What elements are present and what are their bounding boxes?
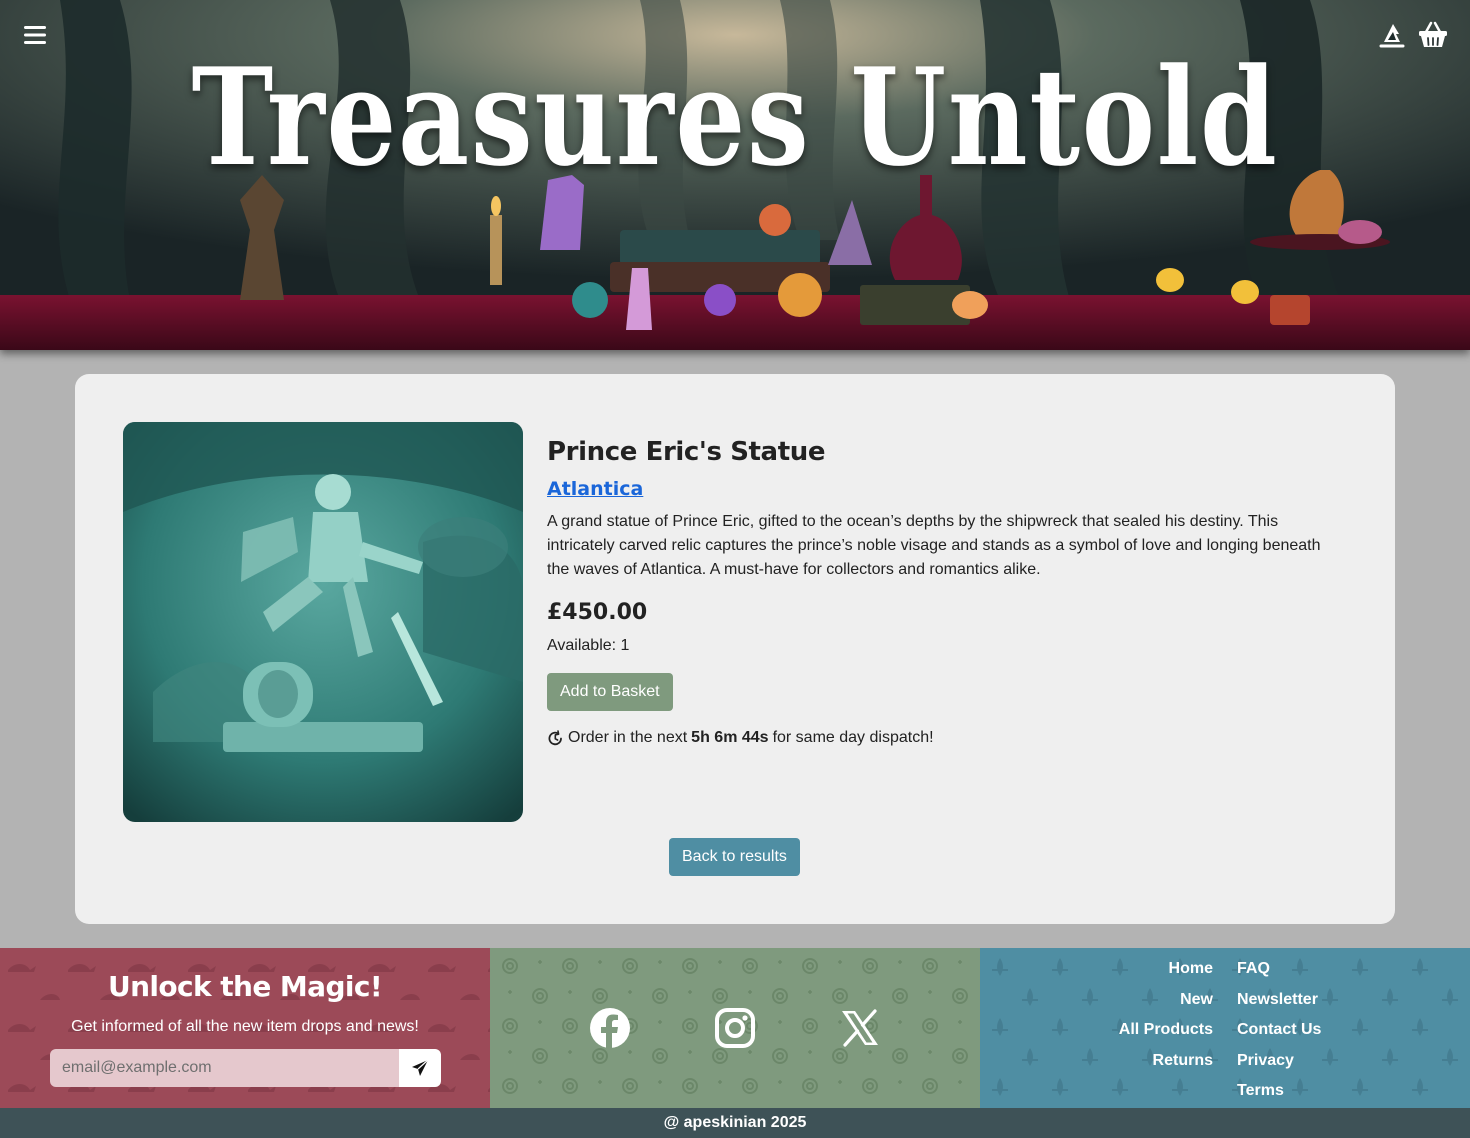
product-price: £450.00 <box>547 600 648 625</box>
dispatch-time: 5h 6m 44s <box>691 729 769 746</box>
footer-links-left: Home New All Products Returns <box>980 954 1213 1076</box>
newsletter-title: Unlock the Magic! <box>107 970 383 1003</box>
product-description: A grand statue of Prince Eric, gifted to… <box>547 513 1321 578</box>
footer-link-newsletter[interactable]: Newsletter <box>1237 985 1437 1016</box>
footer-link-contact-us[interactable]: Contact Us <box>1237 1015 1437 1046</box>
instagram-icon[interactable] <box>714 1007 756 1049</box>
footer-links-section: Home New All Products Returns FAQ Newsle… <box>980 948 1470 1108</box>
product-title: Prince Eric's Statue <box>547 437 826 467</box>
footer-link-returns[interactable]: Returns <box>980 1046 1213 1077</box>
product-details: Prince Eric's Statue Atlantica A grand s… <box>547 436 1347 747</box>
newsletter-email-input[interactable] <box>50 1049 399 1087</box>
footer-link-faq[interactable]: FAQ <box>1237 954 1437 985</box>
newsletter-subtitle: Get informed of all the new item drops a… <box>71 1018 419 1035</box>
social-section <box>490 948 980 1108</box>
footer-links-right: FAQ Newsletter Contact Us Privacy Terms <box>1237 954 1437 1107</box>
footer-link-home[interactable]: Home <box>980 954 1213 985</box>
product-card: Prince Eric's Statue Atlantica A grand s… <box>75 374 1395 924</box>
hero-banner: Treasures Untold <box>0 0 1470 350</box>
basket-icon[interactable] <box>1417 20 1449 50</box>
clock-rotate-icon <box>547 729 564 747</box>
back-to-results-button[interactable]: Back to results <box>669 838 800 876</box>
footer: Unlock the Magic! Get informed of all th… <box>0 948 1470 1108</box>
product-image <box>123 422 523 822</box>
newsletter-section: Unlock the Magic! Get informed of all th… <box>0 948 490 1108</box>
x-icon[interactable] <box>839 1007 881 1049</box>
facebook-icon[interactable] <box>589 1007 631 1049</box>
footer-link-terms[interactable]: Terms <box>1237 1076 1437 1107</box>
footer-link-all-products[interactable]: All Products <box>980 1015 1213 1046</box>
site-title: Treasures Untold <box>191 38 1279 196</box>
hamburger-menu-icon[interactable] <box>22 22 48 48</box>
add-to-basket-button[interactable]: Add to Basket <box>547 673 673 711</box>
paper-plane-icon <box>412 1059 429 1076</box>
product-availability: Available: 1 <box>547 637 630 654</box>
footer-link-new[interactable]: New <box>980 985 1213 1016</box>
newsletter-submit-button[interactable] <box>399 1049 441 1087</box>
wizard-hat-icon[interactable] <box>1377 20 1407 50</box>
product-category-link[interactable]: Atlantica <box>547 478 643 500</box>
footer-link-privacy[interactable]: Privacy <box>1237 1046 1437 1077</box>
copyright-bar: @ apeskinian 2025 <box>0 1108 1470 1138</box>
dispatch-countdown: Order in the next 5h 6m 44s for same day… <box>547 729 1347 747</box>
newsletter-form <box>50 1049 441 1087</box>
dispatch-prefix: Order in the next <box>568 729 688 746</box>
dispatch-suffix: for same day dispatch! <box>772 729 934 746</box>
